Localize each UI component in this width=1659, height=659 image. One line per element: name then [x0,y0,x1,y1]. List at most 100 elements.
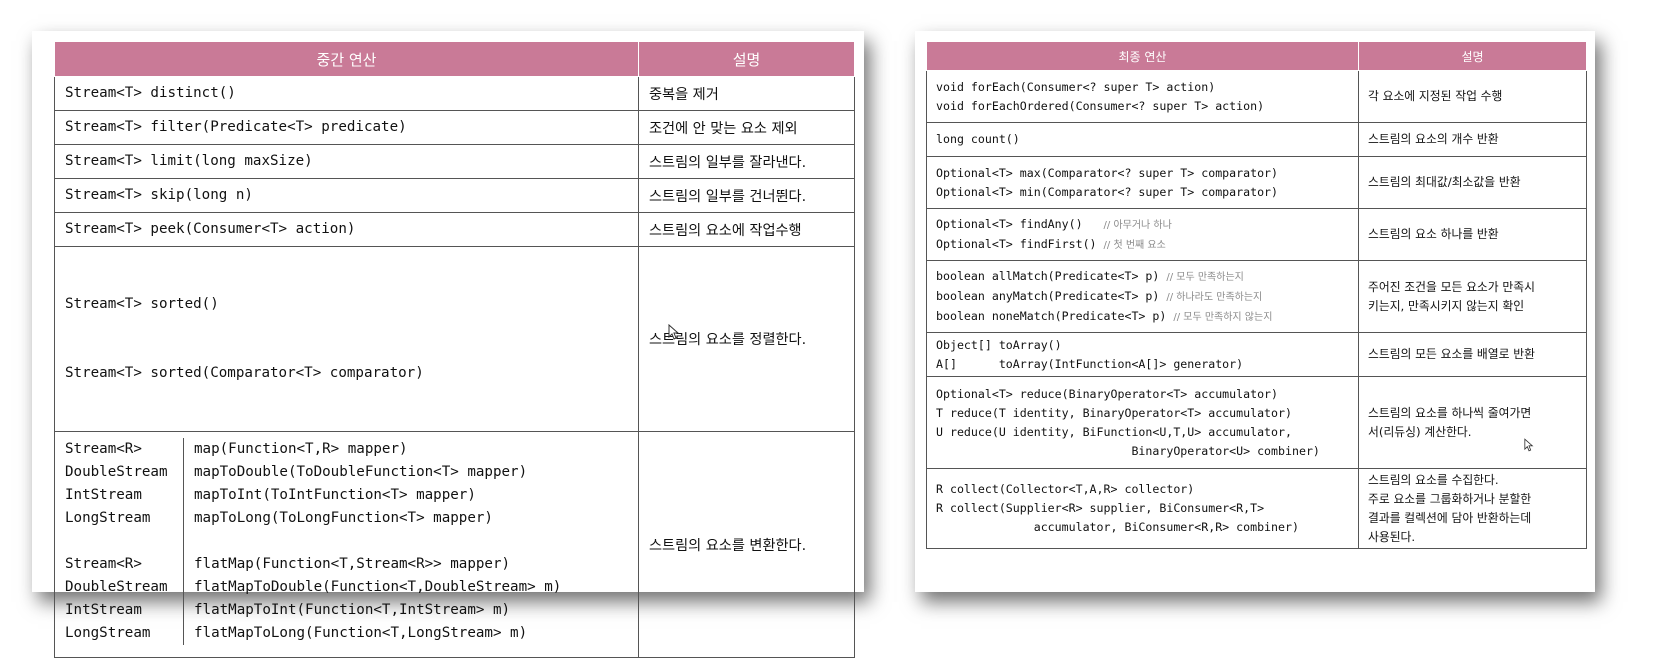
code-text: Optional<T> reduce(BinaryOperator<T> acc… [936,386,1279,401]
code-text: long count() [936,132,1020,146]
operation-description: 스트림의 요소를 하나씩 줄여가면 서(리듀싱) 계산한다. [1358,376,1587,469]
operation-description: 스트림의 요소의 개수 반환 [1358,122,1587,157]
code-text: accumulator, BiConsumer<R,R> combiner) [936,520,1299,534]
code-comment: // 모두 만족하지 않는지 [1173,311,1273,323]
operation-description: 스트림의 요소를 변환한다. [638,431,855,658]
code-line: A[] toArray(IntFunction<A[]> generator) [936,355,1358,374]
table-row: Optional<T> reduce(BinaryOperator<T> acc… [926,376,1587,469]
table-row: Stream<T> filter(Predicate<T> predicate)… [54,110,855,145]
return-type: Stream<R> [65,556,142,572]
description-line: 각 요소에 지정된 작업 수행 [1368,89,1503,103]
code-line: Optional<T> min(Comparator<? super T> co… [936,183,1358,202]
method-signature: flatMapToDouble(Function<T,DoubleStream>… [183,576,638,599]
code-line: Optional<T> max(Comparator<? super T> co… [936,164,1358,183]
operation-signature: Optional<T> reduce(BinaryOperator<T> acc… [926,376,1359,469]
return-type: DoubleStream [65,579,168,595]
operation-description: 스트림의 모든 요소를 배열로 반환 [1358,332,1587,377]
code-line: R collect(Supplier<R> supplier, BiConsum… [936,499,1358,518]
operation-signature: Stream<T> peek(Consumer<T> action) [54,212,639,247]
table-row: Stream<T> distinct() 중복을 제거 [54,76,855,111]
code-comment: // 아무거나 하나 [1103,219,1172,231]
operation-description: 스트림의 일부를 건너뛴다. [638,178,855,213]
operation-description: 각 요소에 지정된 작업 수행 [1358,70,1587,123]
table-row: Object[] toArray() A[] toArray(IntFunctio… [926,332,1587,377]
mouse-cursor-icon [668,324,680,340]
table-row: Stream<T> peek(Consumer<T> action) 스트림의 … [54,212,855,247]
description-line: 스트림의 요소를 수집한다. [1368,472,1499,487]
spacer [183,530,638,553]
operation-signature: Stream<T> sorted() Stream<T> sorted(Comp… [54,246,639,432]
table-row: long count() 스트림의 요소의 개수 반환 [926,122,1587,157]
map-operations-grid: Stream<R> map(Function<T,R> mapper) Doub… [55,438,638,645]
code-line: boolean allMatch(Predicate<T> p) // 모두 만… [936,267,1358,287]
operation-signature: Optional<T> max(Comparator<? super T> co… [926,156,1359,209]
terminal-ops-table: 최종 연산 설명 void forEach(Consumer<? super T… [926,41,1587,549]
operation-signature: Stream<T> limit(long maxSize) [54,144,639,179]
code-line: Object[] toArray() [936,336,1358,355]
table-row: Optional<T> max(Comparator<? super T> co… [926,156,1587,209]
code-line: Optional<T> findAny() // 아무거나 하나 [936,215,1358,235]
description-line: 사용된다. [1368,529,1416,544]
return-type: LongStream [65,510,151,526]
table-header-row: 최종 연산 설명 [926,41,1587,71]
return-type: IntStream [65,487,142,503]
operation-signature: Object[] toArray() A[] toArray(IntFunctio… [926,332,1359,377]
return-type: Stream<R> [65,441,142,457]
intermediate-ops-table: 중간 연산 설명 Stream<T> distinct() 중복을 제거 Str… [54,41,855,658]
method-signature: map(Function<T,R> mapper) [183,438,638,461]
code-text: T reduce(T identity, BinaryOperator<T> a… [936,405,1292,420]
operation-signature: Stream<T> skip(long n) [54,178,639,213]
table-row: Stream<T> skip(long n) 스트림의 일부를 건너뛴다. [54,178,855,213]
description-line: 키는지, 만족시키지 않는지 확인 [1368,298,1525,313]
code-line: Stream<T> sorted(Comparator<T> comparato… [65,365,424,381]
code-line: BinaryOperator<U> combiner) [936,442,1358,461]
code-text: Object[] toArray() [936,337,1062,352]
code-text: boolean anyMatch(Predicate<T> p) [936,288,1167,303]
code-line: accumulator, BiConsumer<R,R> combiner) [936,518,1358,537]
operation-signature: boolean allMatch(Predicate<T> p) // 모두 만… [926,260,1359,333]
header-operation: 최종 연산 [926,41,1359,71]
return-type: LongStream [65,625,151,641]
operation-signature: long count() [926,122,1359,157]
code-line: boolean noneMatch(Predicate<T> p) // 모두 … [936,307,1358,327]
code-text: void forEach(Consumer<? super T> action) [936,79,1216,94]
operation-signature: R collect(Collector<T,A,R> collector) R c… [926,468,1359,549]
method-signature: flatMap(Function<T,Stream<R>> mapper) [183,553,638,576]
description-line: 스트림의 최대값/최소값을 반환 [1368,175,1521,189]
code-text: boolean allMatch(Predicate<T> p) [936,268,1167,283]
return-type: DoubleStream [65,464,168,480]
code-text: A[] toArray(IntFunction<A[]> generator) [936,356,1244,371]
header-operation: 중간 연산 [54,41,639,77]
method-signature: mapToLong(ToLongFunction<T> mapper) [183,507,638,530]
operation-signature: Stream<T> distinct() [54,76,639,111]
return-type: IntStream [65,602,142,618]
operation-description: 스트림의 요소 하나를 반환 [1358,208,1587,261]
description-line: 스트림의 요소의 개수 반환 [1368,132,1499,146]
code-line: boolean anyMatch(Predicate<T> p) // 하나라도… [936,287,1358,307]
terminal-ops-slide: 최종 연산 설명 void forEach(Consumer<? super T… [915,31,1595,592]
code-line: Optional<T> reduce(BinaryOperator<T> acc… [936,385,1358,404]
code-line: Optional<T> findFirst() // 첫 번째 요소 [936,235,1358,255]
method-signature: mapToInt(ToIntFunction<T> mapper) [183,484,638,507]
code-line: void forEachOrdered(Consumer<? super T> … [936,97,1358,116]
operation-signature: void forEach(Consumer<? super T> action)… [926,70,1359,123]
code-text: Optional<T> max(Comparator<? super T> co… [936,165,1279,180]
table-row: Stream<T> sorted() Stream<T> sorted(Comp… [54,246,855,432]
operation-description: 스트림의 요소를 수집한다. 주로 요소를 그룹화하거나 분할한 결과를 컬렉션에 … [1358,468,1587,549]
code-comment: // 첫 번째 요소 [1103,239,1166,251]
intermediate-ops-slide: 중간 연산 설명 Stream<T> distinct() 중복을 제거 Str… [32,31,864,658]
table-row-map-group: Stream<R> map(Function<T,R> mapper) Doub… [54,431,855,658]
code-text: Optional<T> findAny() [936,216,1104,231]
code-text: BinaryOperator<U> combiner) [936,443,1320,458]
code-line: void forEach(Consumer<? super T> action) [936,78,1358,97]
code-line: R collect(Collector<T,A,R> collector) [936,480,1358,499]
description-line: 스트림의 모든 요소를 배열로 반환 [1368,347,1535,361]
operation-description: 중복을 제거 [638,76,855,111]
table-row: Optional<T> findAny() // 아무거나 하나 Optional… [926,208,1587,261]
code-text: boolean noneMatch(Predicate<T> p) [936,308,1174,323]
description-line: 스트림의 요소를 하나씩 줄여가면 [1368,405,1532,420]
map-operations-cell: Stream<R> map(Function<T,R> mapper) Doub… [54,431,639,658]
table-row: R collect(Collector<T,A,R> collector) R c… [926,468,1587,549]
table-header-row: 중간 연산 설명 [54,41,855,77]
